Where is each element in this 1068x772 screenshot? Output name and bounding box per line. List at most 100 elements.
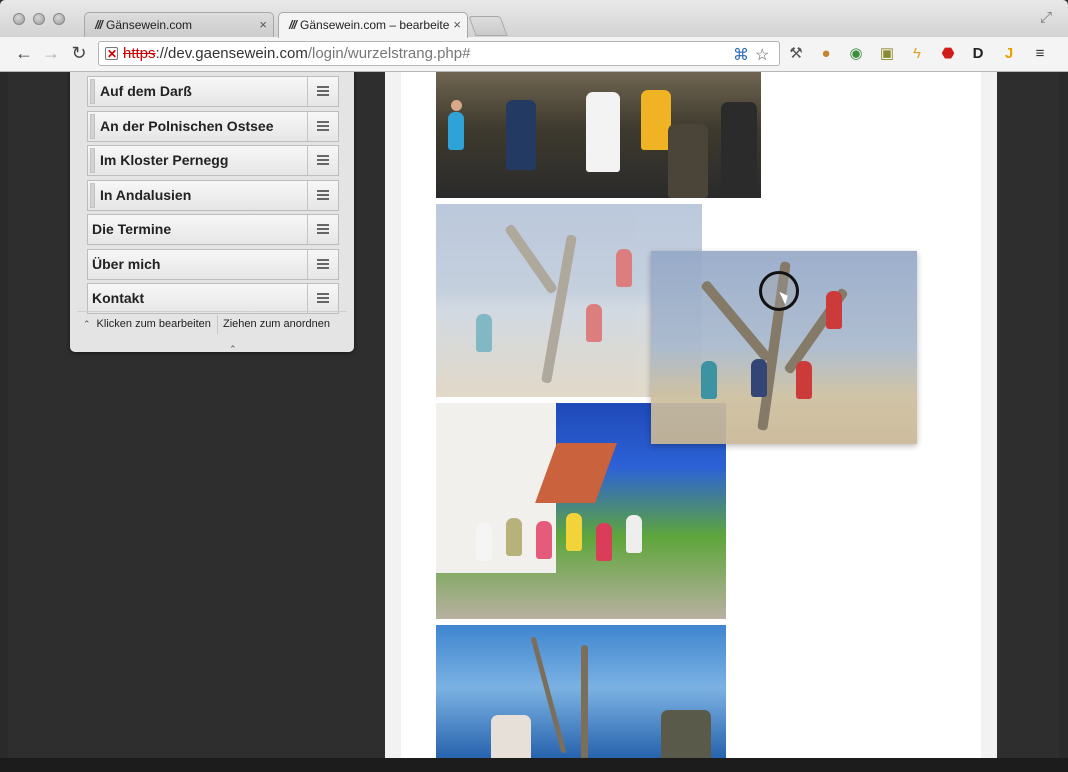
url-path: /login/wurzelstrang.php# <box>307 45 471 62</box>
nav-editor-panel: Auf dem Darß An der Polnischen Ostsee Im… <box>70 72 354 354</box>
drag-handle[interactable] <box>307 146 338 175</box>
jetbrains-icon[interactable]: J <box>1000 45 1018 63</box>
footer-divider <box>217 315 218 334</box>
photo-figure <box>506 518 522 556</box>
photo-tree <box>541 234 577 384</box>
address-bar[interactable]: https://dev.gaensewein.com/login/wurzels… <box>98 41 780 66</box>
photo-figure <box>586 92 620 172</box>
nav-item-label: Kontakt <box>92 290 145 306</box>
close-tab-icon[interactable]: × <box>450 13 461 37</box>
photo-figure <box>596 523 612 561</box>
drag-handle[interactable] <box>307 284 338 313</box>
drag-to-sort-label: Ziehen zum anordnen <box>223 318 331 330</box>
photo-figure <box>701 361 717 399</box>
browser-toolbar: ← → ↻ https://dev.gaensewein.com/login/w… <box>0 37 1068 72</box>
photo-tree <box>503 223 559 295</box>
photo-group-winter[interactable] <box>436 72 761 198</box>
nav-item-label: In Andalusien <box>100 187 192 203</box>
photo-figure <box>448 112 464 150</box>
zoom-window-button[interactable] <box>53 13 65 25</box>
page-viewport: Auf dem Darß An der Polnischen Ostsee Im… <box>8 72 1059 758</box>
window-bottom-edge <box>0 758 1068 772</box>
click-to-edit-label: Klicken zum bearbeiten <box>96 318 211 330</box>
nav-item-label: Auf dem Darß <box>100 83 192 99</box>
new-tab-button[interactable] <box>468 16 508 36</box>
network-extension-icon[interactable]: ⌘ <box>733 44 749 67</box>
photo-tree <box>530 636 567 754</box>
adblock-icon[interactable]: ⬣ <box>939 45 957 63</box>
wrench-icon[interactable]: ⚒ <box>787 45 805 63</box>
photo-figure <box>721 102 757 198</box>
minimize-window-button[interactable] <box>33 13 45 25</box>
lock-extension-icon[interactable]: ▣ <box>878 45 896 63</box>
photo-figure <box>661 710 711 758</box>
hamburger-icon <box>317 293 329 295</box>
caret-up-icon: ⌃ <box>229 344 237 354</box>
tab-title: Gänsewein.com <box>106 18 193 32</box>
indent-marker <box>90 114 95 139</box>
photo-figure <box>566 513 582 551</box>
tab-title: Gänsewein.com – bearbeiten <box>300 18 457 32</box>
fullscreen-icon[interactable]: ⤢ <box>1040 9 1052 26</box>
photo-figure <box>796 361 812 399</box>
click-to-edit-hint[interactable]: ⌃ Klicken zum bearbeiten <box>77 318 211 330</box>
url-text[interactable]: https://dev.gaensewein.com/login/wurzels… <box>123 42 470 65</box>
photo-figure <box>826 291 842 329</box>
drag-handle[interactable] <box>307 181 338 210</box>
nav-item-kontakt[interactable]: Kontakt <box>87 283 339 314</box>
caret-up-icon: ⌃ <box>83 319 91 329</box>
photo-tree <box>581 645 588 758</box>
content-area <box>401 72 981 758</box>
indent-marker <box>90 79 95 104</box>
hamburger-icon <box>317 155 329 157</box>
site-favicon-icon: /// <box>289 18 297 32</box>
reload-button[interactable]: ↻ <box>68 43 90 63</box>
nav-item-ueber-mich[interactable]: Über mich <box>87 249 339 280</box>
photo-figure <box>616 249 632 287</box>
browser-titlebar: ///Gänsewein.com × ///Gänsewein.com – be… <box>0 0 1068 38</box>
indent-marker <box>90 183 95 208</box>
nav-item-auf-dem-darss[interactable]: Auf dem Darß <box>87 76 339 107</box>
drag-handle[interactable] <box>307 215 338 244</box>
close-window-button[interactable] <box>13 13 25 25</box>
forward-button[interactable]: → <box>40 43 62 63</box>
cookie-icon[interactable]: ● <box>817 45 835 63</box>
hamburger-icon <box>317 86 329 88</box>
nav-item-polnische-ostsee[interactable]: An der Polnischen Ostsee <box>87 111 339 142</box>
close-tab-icon[interactable]: × <box>259 13 267 37</box>
lightning-icon[interactable]: ϟ <box>908 45 926 63</box>
back-button[interactable]: ← <box>13 43 35 63</box>
photo-olive-tree-sea[interactable] <box>436 625 726 758</box>
nav-item-kloster-pernegg[interactable]: Im Kloster Pernegg <box>87 145 339 176</box>
tab-gaensewein-edit[interactable]: ///Gänsewein.com – bearbeiten × <box>278 12 468 38</box>
nav-item-label: Die Termine <box>92 221 172 237</box>
nav-item-label: Im Kloster Pernegg <box>100 152 229 168</box>
drag-handle[interactable] <box>307 112 338 141</box>
tab-gaensewein[interactable]: ///Gänsewein.com × <box>84 12 274 38</box>
drag-handle[interactable] <box>307 250 338 279</box>
photo-figure <box>506 100 536 170</box>
photo-figure <box>641 90 671 150</box>
indent-marker <box>90 148 95 173</box>
photo-figure <box>451 100 462 111</box>
nav-item-label: Über mich <box>92 256 161 272</box>
photo-figure <box>476 523 492 561</box>
disconnect-icon[interactable]: D <box>969 45 987 63</box>
nav-item-termine[interactable]: Die Termine <box>87 214 339 245</box>
insecure-lock-icon[interactable] <box>105 43 118 66</box>
nav-item-andalusien[interactable]: In Andalusien <box>87 180 339 211</box>
drag-handle[interactable] <box>307 77 338 106</box>
site-favicon-icon: /// <box>95 18 103 32</box>
url-host: ://dev.gaensewein.com <box>155 45 308 62</box>
globe-icon[interactable]: ◉ <box>847 45 865 63</box>
photo-figure <box>586 304 602 342</box>
photo-figure <box>476 314 492 352</box>
menu-icon[interactable]: ≡ <box>1031 45 1049 63</box>
nav-item-label: An der Polnischen Ostsee <box>100 118 274 134</box>
bookmark-star-icon[interactable]: ☆ <box>755 44 769 67</box>
hamburger-icon <box>317 121 329 123</box>
photo-figure <box>668 124 708 198</box>
panel-footer: ⌃ Klicken zum bearbeiten Ziehen zum anord… <box>77 311 347 354</box>
drag-to-sort-hint[interactable]: Ziehen zum anordnen ⌃ <box>223 312 347 362</box>
photo-figure <box>751 359 767 397</box>
